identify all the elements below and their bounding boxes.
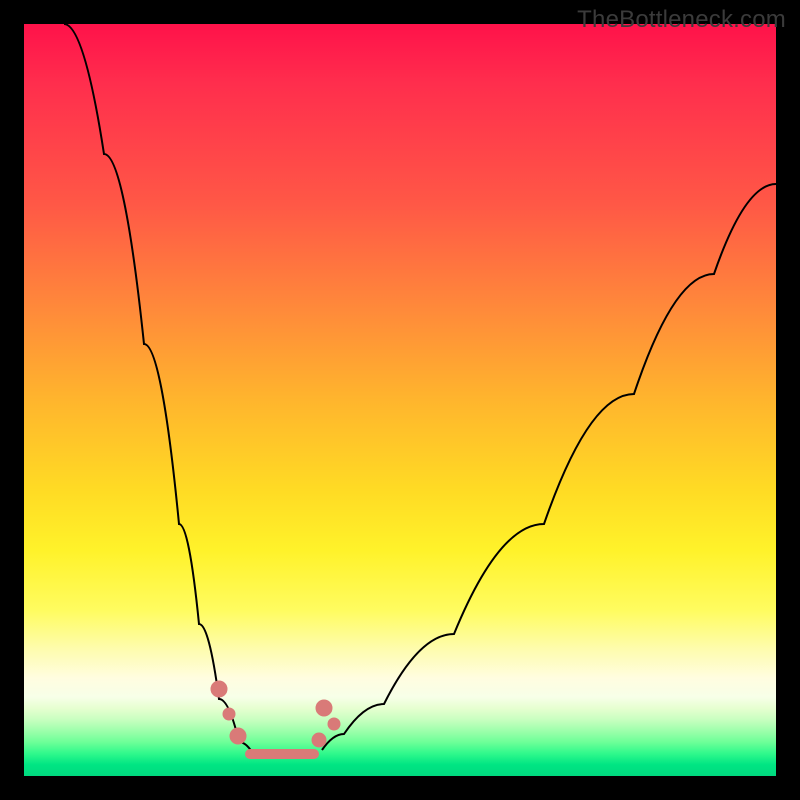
right-curve [322,184,776,750]
marker-dot [211,681,227,697]
marker-dot [328,718,340,730]
marker-dot [223,708,235,720]
marker-dot [312,733,326,747]
watermark-text: TheBottleneck.com [577,6,786,34]
plot-area [24,24,776,776]
chart-outer: TheBottleneck.com [0,0,800,800]
curve-markers [211,681,340,747]
curves-svg [24,24,776,776]
marker-dot [230,728,246,744]
marker-dot [316,700,332,716]
left-curve [64,24,252,752]
